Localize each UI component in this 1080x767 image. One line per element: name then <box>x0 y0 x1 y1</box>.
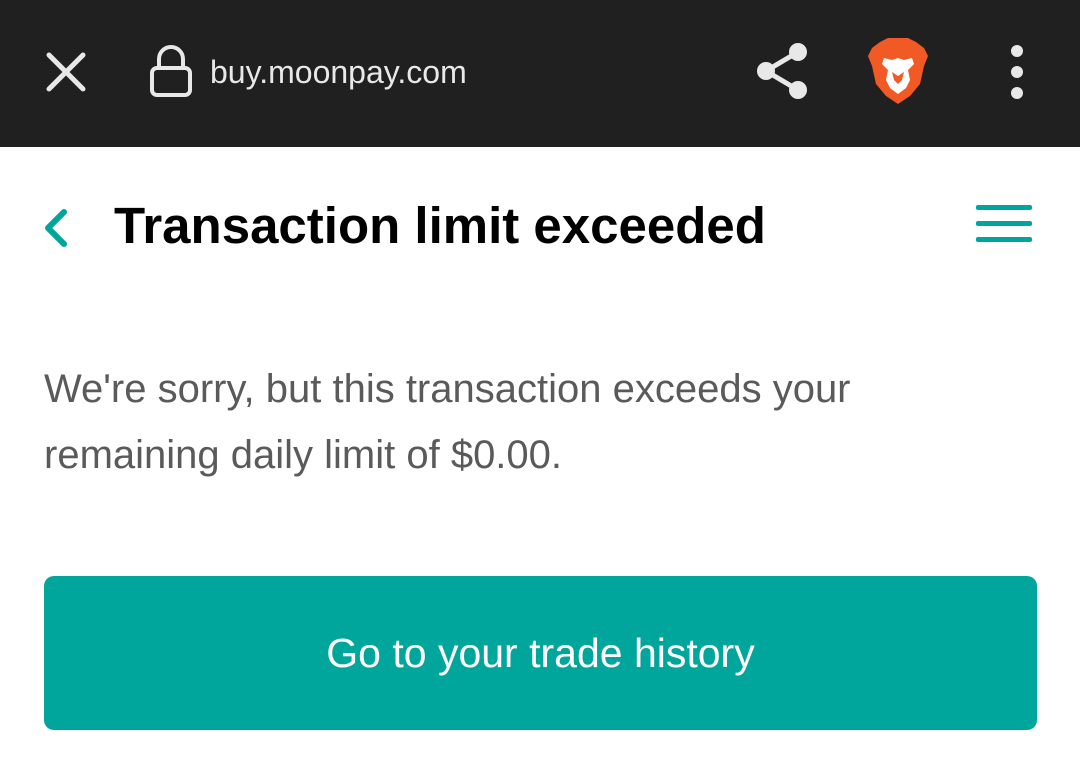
lock-icon[interactable] <box>148 44 194 98</box>
browser-toolbar: buy.moonpay.com <box>0 0 1080 147</box>
chevron-left-icon[interactable] <box>40 206 72 250</box>
brave-lion-icon[interactable] <box>866 36 930 108</box>
limit-message: We're sorry, but this transaction exceed… <box>44 367 851 477</box>
hamburger-menu-icon[interactable] <box>974 202 1034 246</box>
more-vert-icon[interactable] <box>1004 44 1030 100</box>
share-icon[interactable] <box>754 40 810 102</box>
close-icon[interactable] <box>44 50 88 94</box>
page-title: Transaction limit exceeded <box>114 197 766 254</box>
trade-history-button[interactable]: Go to your trade history <box>44 576 1037 730</box>
url-text[interactable]: buy.moonpay.com <box>210 50 467 94</box>
